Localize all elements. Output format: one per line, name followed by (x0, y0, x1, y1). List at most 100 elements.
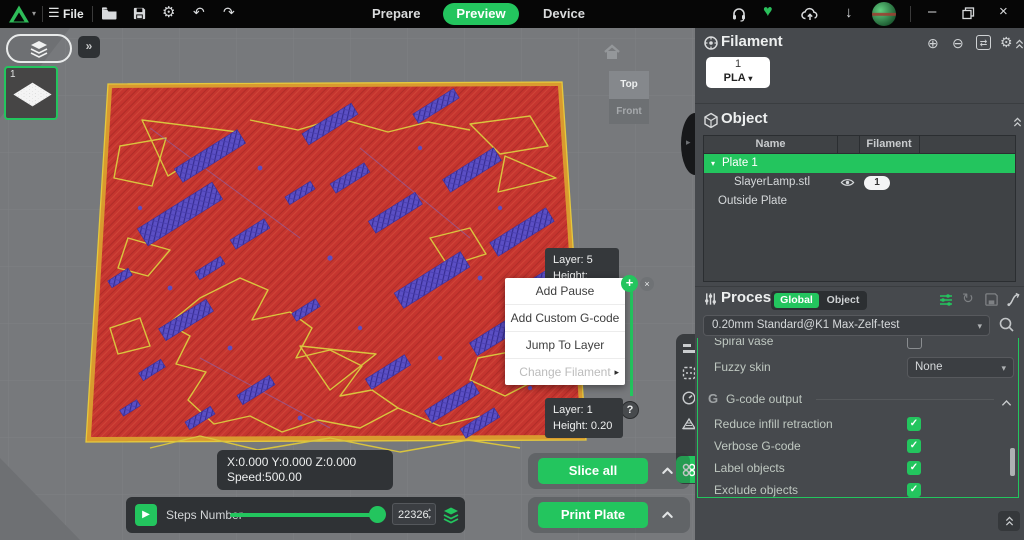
spiral-vase-checkbox[interactable] (907, 338, 922, 349)
plate-grid-button[interactable] (681, 365, 695, 386)
fuzzy-skin-select[interactable]: None ▾ (907, 357, 1014, 378)
steps-slider-handle[interactable] (369, 506, 386, 523)
double-chevron-up-icon (1015, 39, 1024, 50)
panel-collapse-all-button[interactable] (998, 511, 1020, 531)
spinner-down-icon[interactable]: ▼ (427, 516, 432, 521)
cloud-upload-button[interactable] (801, 6, 819, 26)
filament-settings-button[interactable]: ⚙ (1000, 34, 1013, 51)
filament-material[interactable]: PLA ▾ (706, 71, 770, 86)
process-preset-select[interactable]: 0.20mm Standard@K1 Max-Zelf-test ▾ (703, 315, 990, 336)
table-row-outside-plate[interactable]: Outside Plate (704, 192, 1015, 211)
object-section-title: Object (721, 110, 768, 127)
expand-panel-button[interactable]: » (78, 36, 100, 58)
object-collapse-button[interactable] (1013, 115, 1022, 133)
maximize-button[interactable] (962, 7, 975, 25)
filament-slot-card[interactable]: 1 PLA ▾ (706, 57, 770, 88)
menu-item-jump-to-layer[interactable]: Jump To Layer (505, 332, 625, 359)
minimize-button[interactable]: – (928, 4, 936, 19)
steps-value-input[interactable]: 22326 ▲ ▼ (392, 503, 436, 525)
app-logo[interactable] (8, 0, 30, 28)
settings-gear-button[interactable]: ⚙ (162, 5, 175, 20)
logo-chevron-icon[interactable]: ▾ (32, 10, 36, 18)
row-caret-icon[interactable]: ▾ (711, 154, 715, 173)
scope-tab-object[interactable]: Object (821, 293, 865, 308)
tab-device[interactable]: Device (543, 0, 585, 28)
reduce-infill-retraction-checkbox[interactable]: ✓ (907, 417, 921, 431)
view-home-button[interactable] (601, 43, 623, 66)
table-row-plate[interactable]: ▾ Plate 1 (704, 154, 1015, 173)
slider-close-button[interactable]: × (640, 277, 654, 291)
view-cube-top[interactable]: Top (609, 71, 649, 99)
steps-toolbar: ▶ Steps Number 22326 ▲ ▼ (126, 497, 465, 533)
redo-button[interactable]: ↷ (223, 5, 235, 19)
label-objects-checkbox[interactable]: ✓ (907, 461, 921, 475)
save-preset-button[interactable] (984, 292, 999, 312)
tab-prepare[interactable]: Prepare (372, 0, 420, 28)
submenu-arrow-icon: ▸ (614, 359, 619, 385)
menu-item-add-custom-gcode[interactable]: Add Custom G-code (505, 305, 625, 332)
layer-slider-handle[interactable]: + (621, 275, 638, 292)
column-header-filament: Filament (859, 136, 919, 153)
menu-item-add-pause[interactable]: Add Pause (505, 278, 625, 305)
tune-button[interactable] (938, 292, 954, 313)
undo-button[interactable]: ↶ (193, 5, 205, 19)
play-button[interactable]: ▶ (135, 504, 157, 526)
print-plate-button[interactable]: Print Plate (538, 502, 648, 528)
plate-list-toggle-button[interactable] (6, 34, 72, 63)
open-file-button[interactable] (101, 6, 118, 26)
settings-scrollbar[interactable] (1010, 448, 1015, 476)
line-type-button[interactable] (681, 340, 695, 361)
calibration-button[interactable] (1006, 292, 1021, 312)
hamburger-icon[interactable]: ☰ (48, 6, 60, 19)
slice-all-button[interactable]: Slice all (538, 458, 648, 484)
home-icon (601, 43, 623, 61)
speed-view-button[interactable] (681, 390, 695, 411)
remove-filament-button[interactable]: ⊖ (952, 35, 964, 52)
help-button[interactable]: ? (621, 401, 639, 419)
add-filament-button[interactable]: ⊕ (927, 35, 939, 52)
gcode-badge-icon: G (708, 391, 718, 406)
table-row-model[interactable]: SlayerLamp.stl 1 (704, 173, 1015, 192)
save-button[interactable] (132, 6, 147, 26)
reset-button[interactable]: ↻ (962, 290, 974, 307)
search-icon (998, 316, 1015, 333)
filament-collapse-button[interactable] (1015, 37, 1024, 55)
section-divider (695, 103, 1024, 104)
chevron-up-icon (660, 507, 675, 522)
headset-icon (731, 6, 747, 22)
support-button[interactable] (731, 6, 747, 27)
object-table: Name Filament ▾ Plate 1 SlayerLamp.stl 1… (703, 135, 1016, 282)
search-settings-button[interactable] (998, 316, 1015, 338)
layer-context-menu: Add Pause Add Custom G-code Jump To Laye… (505, 278, 625, 385)
chevron-up-icon (1001, 399, 1012, 407)
close-button[interactable]: × (999, 4, 1008, 19)
slice-options-button[interactable] (660, 463, 675, 483)
preview-viewport: » 1 Top Front Layer: 5 Height: 1.00 + × … (0, 28, 695, 540)
layer-stack-button[interactable] (442, 506, 460, 529)
flow-curve-icon (1006, 292, 1021, 307)
setting-row-reduce-infill-retraction: Reduce infill retraction ✓ (698, 414, 1018, 436)
row-filament-badge[interactable]: 1 (864, 176, 890, 190)
download-button[interactable]: ↓ (845, 5, 853, 20)
spinner-up-icon[interactable]: ▲ (427, 508, 432, 513)
exclude-objects-checkbox[interactable]: ✓ (907, 483, 921, 497)
titlebar: ▾ ☰ File ⚙ ↶ ↷ Prepare Preview Device ♥ (0, 0, 1024, 28)
verbose-gcode-checkbox[interactable]: ✓ (907, 439, 921, 453)
menu-item-change-filament[interactable]: Change Filament ▸ (505, 359, 625, 385)
user-avatar[interactable] (872, 2, 896, 26)
support-view-button[interactable] (681, 415, 695, 436)
favorites-heart-button[interactable]: ♥ (763, 4, 773, 20)
right-panel: Filament ⊕ ⊖ ⇄ ⚙ 1 PLA ▾ Object Name Fil… (695, 28, 1024, 540)
steps-slider-track[interactable] (230, 513, 378, 517)
plate-thumbnail[interactable]: 1 (4, 66, 58, 120)
double-chevron-up-icon (1005, 516, 1014, 527)
print-options-button[interactable] (660, 507, 675, 527)
scope-tab-global[interactable]: Global (774, 293, 819, 308)
filament-swap-button[interactable]: ⇄ (976, 35, 991, 50)
file-menu[interactable]: File (63, 7, 84, 21)
view-cube-front[interactable]: Front (609, 99, 649, 124)
tab-preview[interactable]: Preview (443, 3, 519, 25)
section-collapse-button[interactable] (1001, 394, 1012, 412)
layer-slider-track[interactable] (630, 284, 633, 396)
app-window: { "colors": { "accent": "#23c55e", "titl… (0, 0, 1024, 540)
